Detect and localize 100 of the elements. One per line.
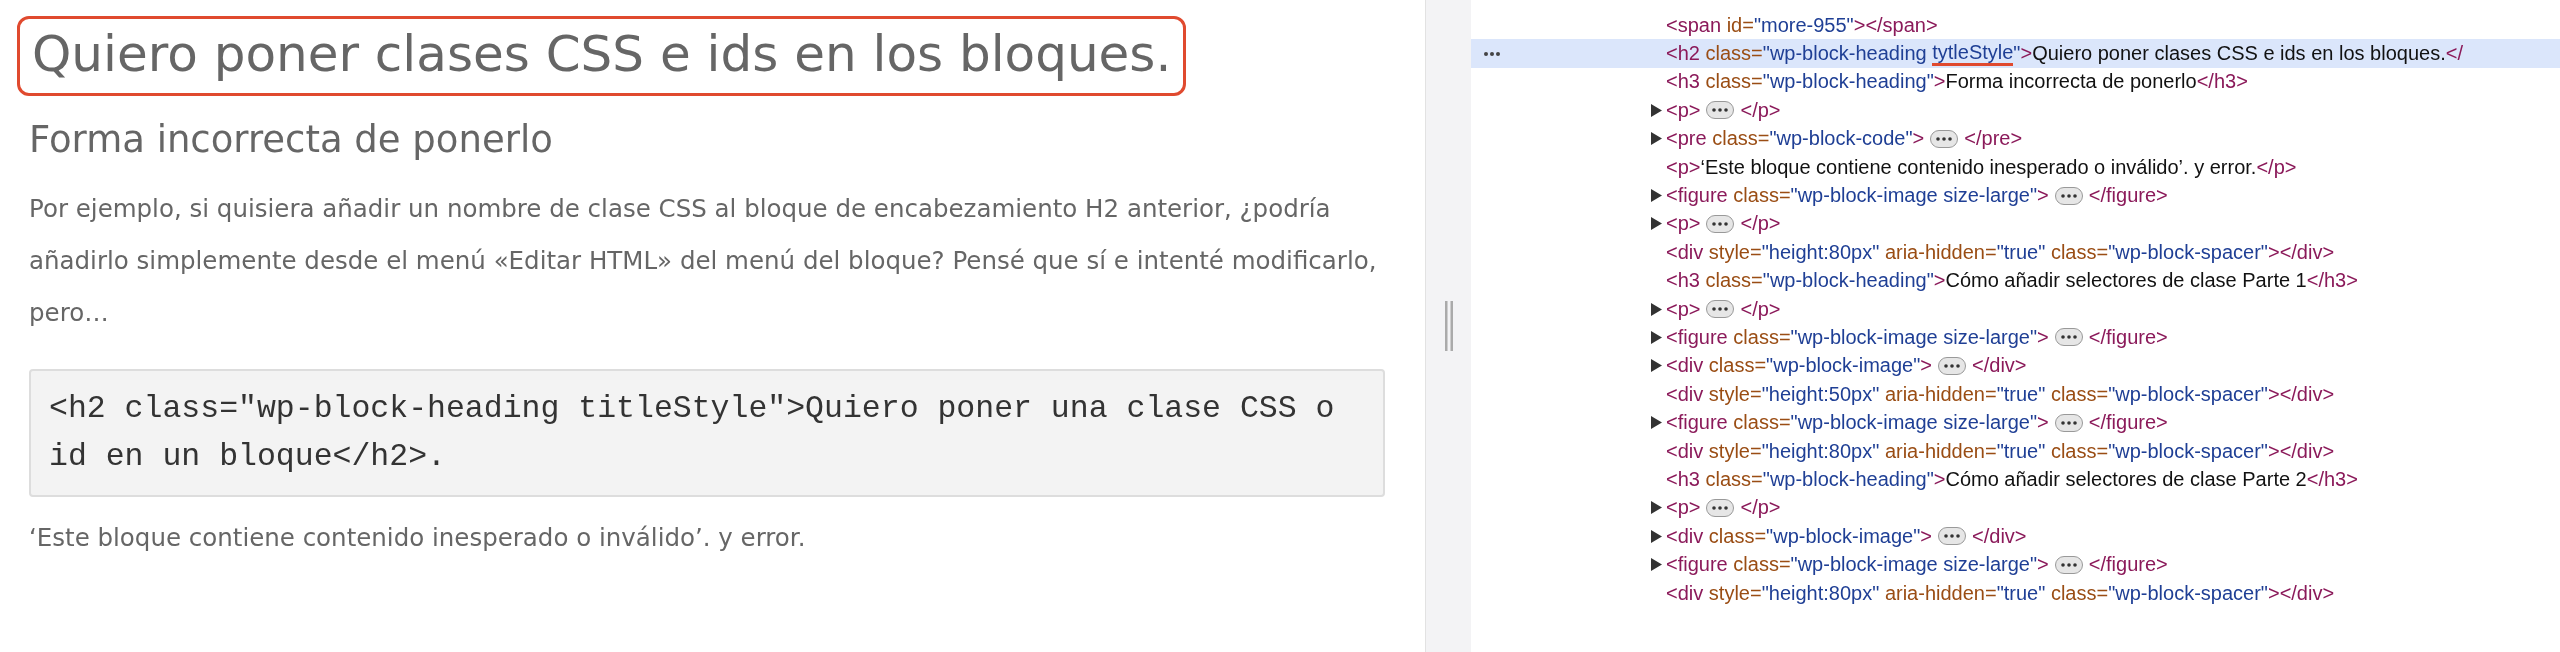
tag-name: </figure> — [2088, 411, 2168, 435]
dom-node-row[interactable]: <p> </p> — [1471, 294, 2560, 324]
attribute-name: style= — [1708, 581, 1762, 605]
attribute-name: class= — [1712, 127, 1770, 151]
tag-name: <div — [1666, 240, 1704, 264]
tag-name: ></div> — [2267, 240, 2335, 264]
tag-name: </p> — [1740, 297, 1781, 321]
dom-node-row[interactable]: <div style="height:80px" aria-hidden="true" class="wp-block-spacer"></div> — [1471, 436, 2560, 466]
dom-node-row[interactable]: <h3 class="wp-block-heading">Forma incorrecta de ponerlo</h3> — [1471, 67, 2560, 97]
attribute-value: "wp-block-image size-large" — [1790, 326, 2038, 349]
dom-node-row[interactable]: <div class="wp-block-image"> </div> — [1471, 351, 2560, 381]
tag-name: </p> — [1740, 98, 1781, 122]
dom-node-row[interactable]: <pre class="wp-block-code"> </pre> — [1471, 124, 2560, 153]
tag-name: <div — [1666, 354, 1704, 378]
dom-node-row[interactable]: <div style="height:80px" aria-hidden="true" class="wp-block-spacer"></div> — [1471, 238, 2560, 267]
ellipsis-icon[interactable] — [1706, 498, 1735, 517]
tag-name: ></span> — [1853, 13, 1938, 37]
attribute-name: class= — [1733, 326, 1791, 349]
ellipsis-icon[interactable] — [2054, 555, 2083, 574]
section-heading: Forma incorrecta de ponerlo — [29, 118, 554, 161]
tag-name: </figure> — [2088, 553, 2168, 577]
tag-name: > — [2037, 411, 2049, 435]
expand-triangle-icon[interactable] — [1651, 416, 1662, 430]
dom-node-row[interactable]: <span id="more-955"></span> — [1471, 11, 2560, 40]
tag-name: <div — [1666, 524, 1704, 548]
tag-name: <p> — [1666, 496, 1701, 520]
expand-triangle-icon[interactable] — [1651, 103, 1662, 117]
tag-name: <h3 — [1666, 269, 1700, 293]
expand-triangle-icon[interactable] — [1651, 132, 1662, 146]
attribute-value: "wp-block-spacer" — [2108, 382, 2268, 406]
tag-name: <span — [1666, 13, 1722, 37]
ellipsis-icon[interactable] — [2054, 328, 2083, 347]
tag-name: > — [1933, 70, 1946, 94]
attribute-value: "wp-block-image size-large" — [1790, 553, 2038, 577]
tag-name: <h3 — [1666, 70, 1700, 94]
dom-node-row[interactable]: <p> </p> — [1471, 493, 2560, 523]
attribute-name: class= — [1705, 269, 1763, 293]
dom-node-row[interactable]: <figure class="wp-block-image size-large"> </figure> — [1471, 181, 2560, 210]
attribute-name: class= — [1705, 42, 1763, 66]
expand-triangle-icon[interactable] — [1651, 217, 1662, 231]
tag-name: <div — [1666, 382, 1704, 406]
tag-name: </h3> — [2306, 467, 2358, 491]
ellipsis-icon[interactable] — [1938, 356, 1967, 375]
ellipsis-icon[interactable] — [1706, 101, 1735, 120]
dom-node-row[interactable]: <div style="height:80px" aria-hidden="true" class="wp-block-spacer"></div> — [1471, 578, 2560, 608]
attribute-name: class= — [2050, 240, 2109, 264]
tag-name: ></div> — [2267, 382, 2335, 406]
attribute-value: "wp-block-spacer" — [2108, 439, 2268, 463]
expand-triangle-icon[interactable] — [1651, 558, 1662, 572]
expand-triangle-icon[interactable] — [1651, 302, 1662, 316]
attribute-name: style= — [1708, 382, 1762, 406]
ellipsis-icon[interactable] — [1706, 214, 1735, 233]
tag-name: </div> — [1972, 354, 2027, 378]
dom-node-row[interactable]: <div style="height:50px" aria-hidden="true" class="wp-block-spacer"></div> — [1471, 380, 2560, 409]
tag-name: </p> — [2256, 155, 2297, 179]
tag-name: <figure — [1666, 184, 1728, 208]
dom-node-row[interactable]: <figure class="wp-block-image size-large"> </figure> — [1471, 550, 2560, 579]
expand-triangle-icon[interactable] — [1651, 331, 1662, 344]
ellipsis-icon[interactable] — [1938, 527, 1967, 546]
attribute-value: "wp-block-heading" — [1762, 269, 1934, 293]
dom-node-row[interactable]: <p> </p> — [1471, 96, 2560, 125]
attribute-value: "height:80px" — [1761, 581, 1880, 605]
dom-node-row[interactable]: <h2 class="wp-block-heading tytleStyle">Quiero poner clases CSS e ids en los bloques.</ — [1471, 39, 2560, 68]
ellipsis-icon[interactable] — [2054, 413, 2083, 432]
attribute-name: aria-hidden= — [1884, 439, 1997, 463]
resize-handle-icon[interactable] — [1443, 301, 1454, 351]
attribute-name: aria-hidden= — [1884, 581, 1997, 605]
attribute-value: "true" — [1996, 439, 2046, 463]
attribute-value: tytleStyle — [1932, 41, 2014, 67]
dom-node-row[interactable]: <p>‘Este bloque contiene contenido inesperado o inválido’. y error.</p> — [1471, 152, 2560, 182]
dom-node-row[interactable]: <div class="wp-block-image"> </div> — [1471, 522, 2560, 551]
dom-node-row[interactable]: <figure class="wp-block-image size-large"> </figure> — [1471, 408, 2560, 437]
tag-name: <div — [1666, 439, 1704, 463]
attribute-name: style= — [1708, 439, 1762, 463]
expand-triangle-icon[interactable] — [1651, 189, 1662, 203]
tag-name: </p> — [1740, 212, 1781, 236]
attribute-value: "height:50px" — [1761, 382, 1880, 406]
dom-node-row[interactable]: <figure class="wp-block-image size-large"> </figure> — [1471, 323, 2560, 352]
article-heading: Quiero poner clases CSS e ids en los bloques. — [17, 16, 1187, 96]
more-icon[interactable] — [1483, 50, 1501, 57]
expand-triangle-icon[interactable] — [1651, 359, 1662, 373]
dom-node-row[interactable]: <h3 class="wp-block-heading">Cómo añadir selectores de clase Parte 1</h3> — [1471, 266, 2560, 295]
code-block: <h2 class="wp-block-heading titleStyle">Quiero poner una clase CSS o id en un bloque</h2>. — [29, 369, 1385, 497]
expand-triangle-icon[interactable] — [1651, 529, 1662, 543]
attribute-value: "wp-block-image size-large" — [1790, 411, 2038, 435]
tag-name: > — [1912, 127, 1925, 151]
dom-node-row[interactable]: <h3 class="wp-block-heading">Cómo añadir selectores de clase Parte 2</h3> — [1471, 465, 2560, 494]
dom-node-row[interactable]: <p> </p> — [1471, 209, 2560, 239]
attribute-name: class= — [2050, 382, 2109, 406]
ellipsis-icon[interactable] — [2054, 186, 2083, 205]
attribute-value: "wp-block-spacer" — [2108, 240, 2268, 264]
tag-name: <p> — [1666, 297, 1701, 321]
ellipsis-icon[interactable] — [1706, 300, 1735, 319]
node-text: Cómo añadir selectores de clase Parte 2 — [1945, 467, 2307, 491]
tag-name: </pre> — [1964, 127, 2023, 151]
attribute-value: " — [2013, 42, 2021, 66]
ellipsis-icon[interactable] — [1930, 129, 1959, 148]
tag-name: </figure> — [2088, 326, 2168, 349]
expand-triangle-icon[interactable] — [1651, 501, 1662, 515]
tag-name: ></div> — [2267, 581, 2335, 605]
